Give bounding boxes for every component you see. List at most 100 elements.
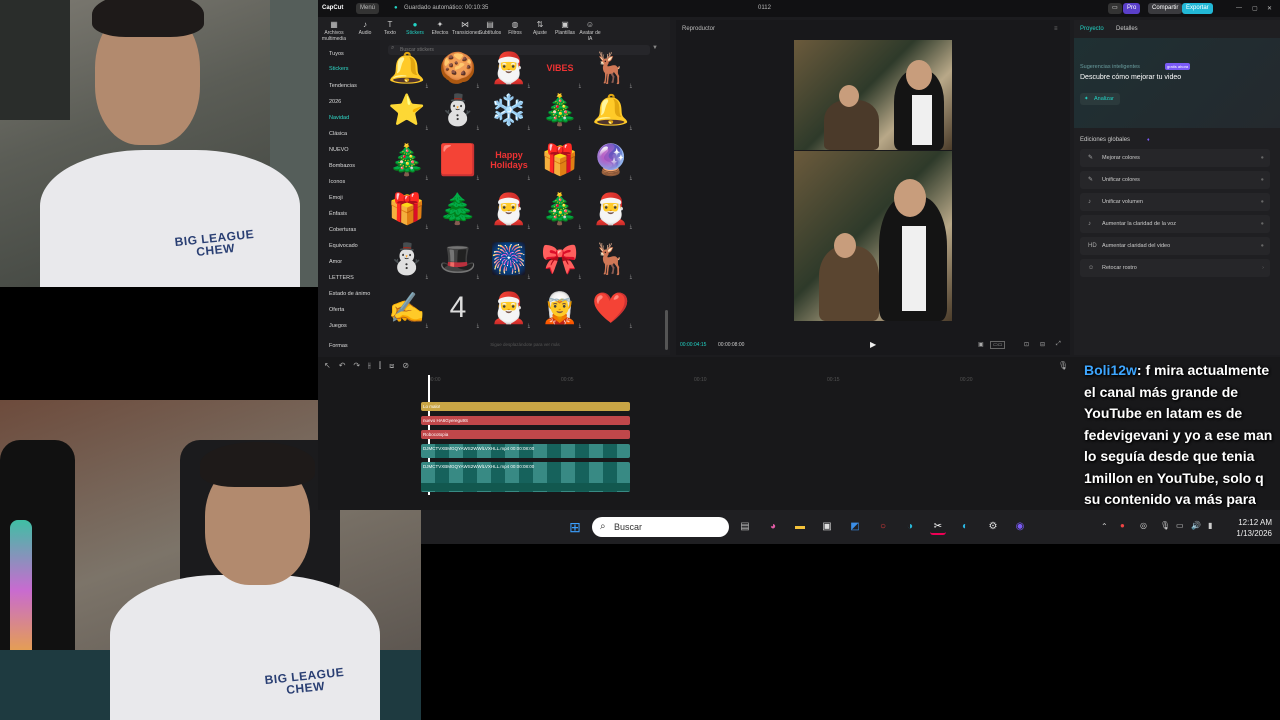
download-icon[interactable]: ⤓ (528, 175, 530, 181)
tab-text[interactable]: T Texto (377, 20, 403, 36)
download-icon[interactable]: ⤓ (528, 323, 530, 329)
category-item[interactable]: Coberturas (329, 227, 356, 233)
tab-audio[interactable]: ♪ Audio (352, 20, 378, 36)
sticker-item[interactable]: 🍪 ⤓ (436, 46, 480, 90)
share-button[interactable]: Compartir (1148, 3, 1183, 14)
sticker-item[interactable]: 4 ⤓ (436, 286, 480, 330)
edge-alt-icon[interactable]: ◐ (957, 519, 973, 535)
category-item[interactable]: Clásica (329, 131, 347, 137)
tab-transitions[interactable]: ⋈ Transiciones (452, 20, 480, 36)
tray-network-icon[interactable]: ▭ (1176, 521, 1184, 530)
sticker-item[interactable]: 🎅 ⤓ (487, 46, 531, 90)
toggle-switch[interactable]: ● (1261, 171, 1264, 189)
category-item[interactable]: Formas (329, 343, 348, 349)
category-item[interactable]: Énfasis (329, 211, 347, 217)
sticker-item[interactable]: 🧝 ⤓ (538, 286, 582, 330)
sticker-item[interactable]: 🦌 ⤓ (589, 46, 633, 90)
sticker-item[interactable]: ✍ ⤓ (385, 286, 429, 330)
global-edit-item[interactable]: ♪ Unificar volumen ● (1080, 193, 1270, 211)
download-icon[interactable]: ⤓ (528, 224, 530, 230)
task-view-icon[interactable]: ▤ (737, 519, 753, 535)
global-edit-item[interactable]: ✎ Unificar colores ● (1080, 171, 1270, 189)
download-icon[interactable]: ⤓ (579, 323, 581, 329)
text-clip[interactable]: Robocotopia (421, 430, 630, 439)
category-item[interactable]: Estado de ánimo (329, 291, 370, 297)
store-icon[interactable]: ▣ (819, 519, 835, 535)
download-icon[interactable]: ⤓ (579, 175, 581, 181)
ratio-icon[interactable]: ▣ (978, 341, 984, 348)
taskbar-search[interactable]: Buscar (592, 517, 729, 537)
tab-effects[interactable]: ✦ Efectos (427, 20, 453, 36)
category-item[interactable]: Navidad (329, 115, 349, 121)
sticker-item[interactable]: 🎁 ⤓ (385, 187, 429, 231)
category-item[interactable]: Oferta (329, 307, 344, 313)
fullscreen-icon[interactable]: ⤢ (1056, 341, 1061, 348)
category-item[interactable]: 2026 (329, 99, 341, 105)
download-icon[interactable]: ⤓ (630, 175, 632, 181)
timeline-tools[interactable]: ↖↶↷⫲⫿⧈⊘ (324, 361, 417, 371)
category-item[interactable]: Tuyos (329, 51, 344, 57)
capcut-taskbar-icon[interactable]: ✂ (930, 519, 946, 535)
sticker-item[interactable]: ⛄ ⤓ (436, 88, 480, 132)
analyze-button[interactable]: ✦ Analizar (1080, 93, 1120, 105)
toggle-switch[interactable]: ● (1261, 237, 1264, 255)
download-icon[interactable]: ⤓ (426, 274, 428, 280)
opera-icon[interactable]: ○ (875, 519, 891, 535)
copilot-icon[interactable]: ◕ (765, 519, 781, 535)
download-icon[interactable]: ⤓ (630, 224, 632, 230)
sticker-item[interactable]: 🔔 ⤓ (589, 88, 633, 132)
clock[interactable]: 12:12 AM 1/13/2026 (1236, 517, 1272, 539)
download-icon[interactable]: ⤓ (477, 323, 479, 329)
edge-icon[interactable]: ◑ (902, 519, 918, 535)
category-item[interactable]: NUEVO (329, 147, 349, 153)
file-explorer-icon[interactable]: ▬ (792, 519, 808, 535)
tab-project[interactable]: Proyecto (1080, 26, 1104, 32)
download-icon[interactable]: ⤓ (579, 274, 581, 280)
global-edit-item[interactable]: HD Aumentar claridad del video ● (1080, 237, 1270, 255)
sticker-item[interactable]: 🎅 ⤓ (487, 286, 531, 330)
download-icon[interactable]: ⤓ (477, 125, 479, 131)
crop-icon[interactable]: ⊡ (1024, 341, 1029, 348)
sticker-item[interactable]: ⭐ ⤓ (385, 88, 429, 132)
sticker-item[interactable]: 🎄 ⤓ (385, 138, 429, 182)
sticker-item[interactable]: ❄️ ⤓ (487, 88, 531, 132)
download-icon[interactable]: ⤓ (426, 125, 428, 131)
download-icon[interactable]: ⤓ (477, 175, 479, 181)
tray-chevron-icon[interactable]: ⌃ (1101, 522, 1108, 531)
sticker-item[interactable]: 🎀 ⤓ (538, 237, 582, 281)
pro-button[interactable]: Pro (1123, 3, 1141, 14)
settings-icon[interactable]: ⚙ (985, 519, 1001, 535)
mic-icon[interactable]: 🎙 (1058, 361, 1068, 370)
aspect-icon[interactable]: ⊟ (1040, 341, 1045, 348)
download-icon[interactable]: ⤓ (630, 323, 632, 329)
sticker-item[interactable]: 🎄 ⤓ (538, 88, 582, 132)
sticker-item[interactable]: Happy Holidays ⤓ (487, 138, 531, 182)
sticker-item[interactable]: 🎩 ⤓ (436, 237, 480, 281)
sticker-item[interactable]: 🌲 ⤓ (436, 187, 480, 231)
tab-stickers[interactable]: ● Stickers (402, 20, 428, 36)
export-button[interactable]: Exportar (1182, 3, 1213, 14)
play-icon[interactable]: ▶ (870, 340, 876, 349)
sticker-item[interactable]: 🎄 ⤓ (538, 187, 582, 231)
tab-adjust[interactable]: ⇅ Ajuste (527, 20, 553, 36)
tab-details[interactable]: Detalles (1116, 26, 1138, 32)
sticker-item[interactable]: 🎆 ⤓ (487, 237, 531, 281)
global-edit-item[interactable]: ✎ Mejorar colores ● (1080, 149, 1270, 167)
tab-ai-avatar[interactable]: ☺ Avatar de IA (577, 20, 603, 42)
minimize-icon[interactable]: — (1236, 5, 1242, 11)
download-icon[interactable]: ⤓ (477, 224, 479, 230)
layout-icon[interactable]: ▭ (1108, 3, 1122, 14)
global-edit-item[interactable]: ☺ Retocar rostro › (1080, 259, 1270, 277)
download-icon[interactable]: ⤓ (579, 224, 581, 230)
category-item[interactable]: Bombazos (329, 163, 355, 169)
chevron-right-icon[interactable]: › (1262, 259, 1264, 277)
text-clip[interactable]: Lo malo! (421, 402, 630, 411)
sticker-item[interactable]: ❤️ ⤓ (589, 286, 633, 330)
tray-record-icon[interactable]: ● (1120, 521, 1125, 530)
menu-button[interactable]: Menú (356, 3, 380, 14)
download-icon[interactable]: ⤓ (426, 323, 428, 329)
download-icon[interactable]: ⤓ (528, 274, 530, 280)
category-item[interactable]: Stickers (329, 66, 349, 72)
scrollbar[interactable] (665, 310, 668, 350)
app-icon[interactable]: ◉ (1012, 519, 1028, 535)
